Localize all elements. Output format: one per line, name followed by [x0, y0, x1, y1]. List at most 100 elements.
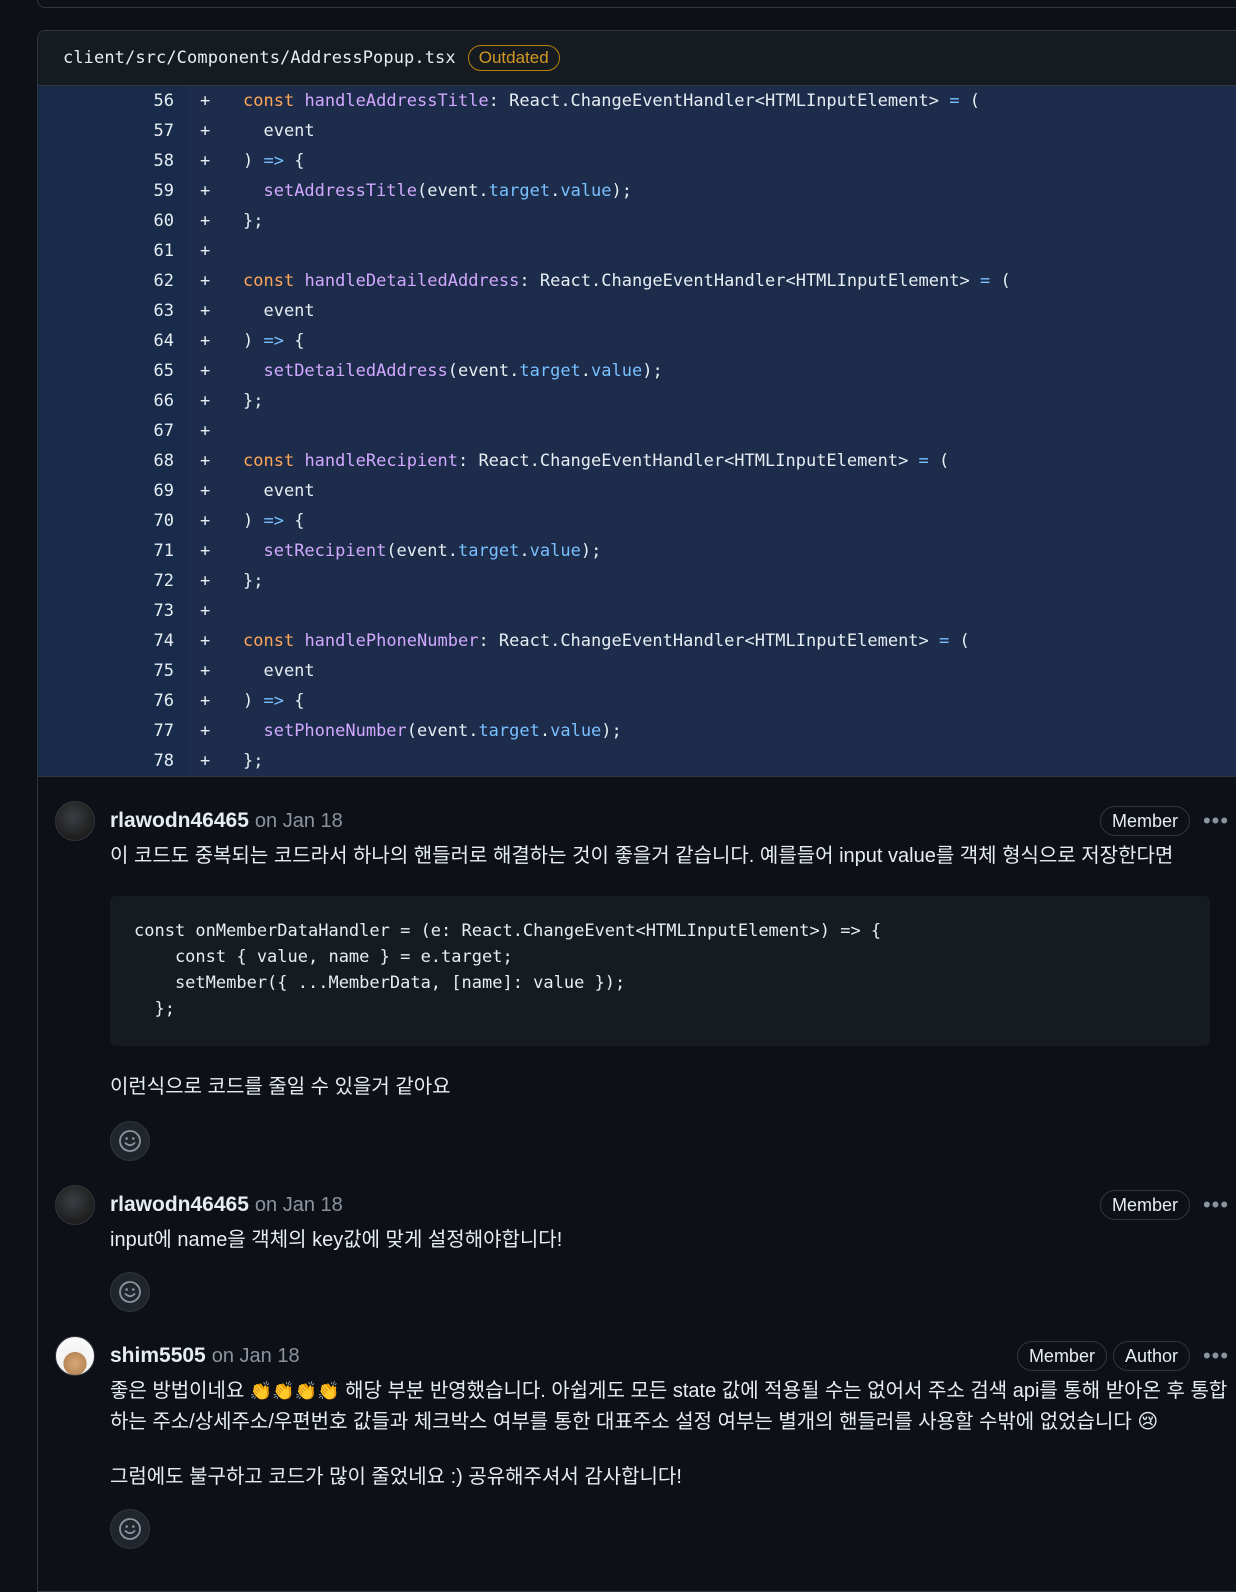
code-line: +: [188, 416, 1236, 446]
author-badge: Author: [1112, 1341, 1190, 1371]
avatar[interactable]: [55, 801, 95, 841]
addition-marker: +: [200, 721, 211, 741]
sad-emoji: 😢: [1137, 1411, 1159, 1433]
line-number[interactable]: 67: [38, 416, 188, 446]
line-number[interactable]: 74: [38, 626, 188, 656]
line-number[interactable]: 65: [38, 356, 188, 386]
addition-marker: +: [200, 691, 211, 711]
smiley-icon: [119, 1130, 141, 1152]
comment-text: 이런식으로 코드를 줄일 수 있을거 같아요: [110, 1076, 451, 1098]
diff-line: 72 +};: [38, 566, 1236, 596]
diff-line: 74 + const handlePhoneNumber: React.Change…: [38, 626, 1236, 656]
diff-line: 71 + setRecipient(event.target.value);: [38, 536, 1236, 566]
code-text: ) => {: [243, 691, 305, 711]
comment-date-link[interactable]: on Jan 18: [255, 1194, 343, 1217]
code-text: event: [243, 481, 315, 501]
line-number[interactable]: 78: [38, 746, 188, 776]
line-number[interactable]: 73: [38, 596, 188, 626]
file-path-link[interactable]: client/src/Components/AddressPopup.tsx: [63, 48, 456, 68]
code-line: + const handleDetailedAddress: React.Chan…: [188, 266, 1236, 296]
comment-author-link[interactable]: rlawodn46465: [110, 809, 249, 833]
kebab-horizontal-icon[interactable]: •••: [1196, 1192, 1236, 1218]
code-line: +) => {: [188, 326, 1236, 356]
review-comment: rlawodn46465 on Jan 18 Member ••• input에…: [38, 1161, 1236, 1312]
line-number[interactable]: 70: [38, 506, 188, 536]
review-comment: rlawodn46465 on Jan 18 Member ••• 이 코드도 …: [38, 777, 1236, 1161]
code-line: + ) => {: [188, 686, 1236, 716]
diff-line: 57 + event: [38, 116, 1236, 146]
code-line: + const handleRecipient: React.ChangeEven…: [188, 446, 1236, 476]
comment-author-link[interactable]: rlawodn46465: [110, 1193, 249, 1217]
line-number[interactable]: 77: [38, 716, 188, 746]
line-number[interactable]: 64: [38, 326, 188, 356]
code-line: + setPhoneNumber(event.target.value);: [188, 716, 1236, 746]
line-number[interactable]: 63: [38, 296, 188, 326]
code-text: event: [243, 121, 315, 141]
line-number[interactable]: 59: [38, 176, 188, 206]
line-number[interactable]: 57: [38, 116, 188, 146]
diff-line: 59 + setAddressTitle(event.target.value);: [38, 176, 1236, 206]
addition-marker: +: [200, 301, 211, 321]
comment-date-link[interactable]: on Jan 18: [255, 810, 343, 833]
code-line: + event: [188, 476, 1236, 506]
comment-header: rlawodn46465 on Jan 18 Member •••: [110, 1185, 1236, 1225]
add-reaction-button[interactable]: [110, 1121, 150, 1161]
line-number[interactable]: 56: [38, 86, 188, 116]
code-line: +};: [188, 386, 1236, 416]
line-number[interactable]: 69: [38, 476, 188, 506]
diff-line: 68 + const handleRecipient: React.ChangeEv…: [38, 446, 1236, 476]
comment-body: 이 코드도 중복되는 코드라서 하나의 핸들러로 해결하는 것이 좋을거 같습니…: [110, 841, 1236, 1103]
addition-marker: +: [200, 601, 211, 621]
review-thread: client/src/Components/AddressPopup.tsx O…: [37, 30, 1236, 1592]
diff-line: 63 + event: [38, 296, 1236, 326]
line-number[interactable]: 72: [38, 566, 188, 596]
comment-body: 좋은 방법이네요 👏👏👏👏 해당 부분 반영했습니다. 아쉽게도 모든 stat…: [110, 1376, 1236, 1493]
comment-badges: Member •••: [1099, 1190, 1236, 1220]
avatar[interactable]: [55, 1336, 95, 1376]
smiley-icon: [119, 1518, 141, 1540]
add-reaction-button[interactable]: [110, 1509, 150, 1549]
code-line: + setDetailedAddress(event.target.value)…: [188, 356, 1236, 386]
code-text: };: [243, 571, 264, 591]
comment-text: 그럼에도 불구하고 코드가 많이 줄었네요 :) 공유해주셔서 감사합니다!: [110, 1466, 682, 1488]
line-number[interactable]: 76: [38, 686, 188, 716]
diff-line: 60 +};: [38, 206, 1236, 236]
line-number[interactable]: 75: [38, 656, 188, 686]
line-number[interactable]: 68: [38, 446, 188, 476]
code-line: + event: [188, 656, 1236, 686]
comment-author-link[interactable]: shim5505: [110, 1344, 206, 1368]
previous-thread-frame: [37, 0, 1236, 8]
code-line: + event: [188, 116, 1236, 146]
addition-marker: +: [200, 571, 211, 591]
line-number[interactable]: 60: [38, 206, 188, 236]
diff-line: 65 + setDetailedAddress(event.target.valu…: [38, 356, 1236, 386]
comment-badges: Member •••: [1099, 806, 1236, 836]
code-line: +};: [188, 206, 1236, 236]
line-number[interactable]: 66: [38, 386, 188, 416]
addition-marker: +: [200, 151, 211, 171]
line-number[interactable]: 62: [38, 266, 188, 296]
review-comment: shim5505 on Jan 18 Member Author ••• 좋은 …: [38, 1312, 1236, 1549]
addition-marker: +: [200, 91, 211, 111]
smiley-icon: [119, 1281, 141, 1303]
code-text: };: [243, 211, 264, 231]
comment-date-link[interactable]: on Jan 18: [212, 1345, 300, 1368]
member-badge: Member: [1099, 1190, 1190, 1220]
add-reaction-button[interactable]: [110, 1272, 150, 1312]
line-number[interactable]: 61: [38, 236, 188, 266]
diff-line: 69 + event: [38, 476, 1236, 506]
comment-text: 좋은 방법이네요 👏👏👏👏 해당 부분 반영했습니다. 아쉽게도 모든 stat…: [110, 1376, 1234, 1438]
code-line: +: [188, 236, 1236, 266]
comment-header: shim5505 on Jan 18 Member Author •••: [110, 1336, 1236, 1376]
line-number[interactable]: 71: [38, 536, 188, 566]
diff-line: 66 +};: [38, 386, 1236, 416]
comment-text: input에 name을 객체의 key값에 맞게 설정해야합니다!: [110, 1229, 563, 1251]
avatar[interactable]: [55, 1185, 95, 1225]
diff-line: 67 +: [38, 416, 1236, 446]
diff-line: 76 + ) => {: [38, 686, 1236, 716]
addition-marker: +: [200, 751, 211, 771]
kebab-horizontal-icon[interactable]: •••: [1196, 1343, 1236, 1369]
code-block: const onMemberDataHandler = (e: React.Ch…: [110, 896, 1210, 1046]
kebab-horizontal-icon[interactable]: •••: [1196, 808, 1236, 834]
line-number[interactable]: 58: [38, 146, 188, 176]
